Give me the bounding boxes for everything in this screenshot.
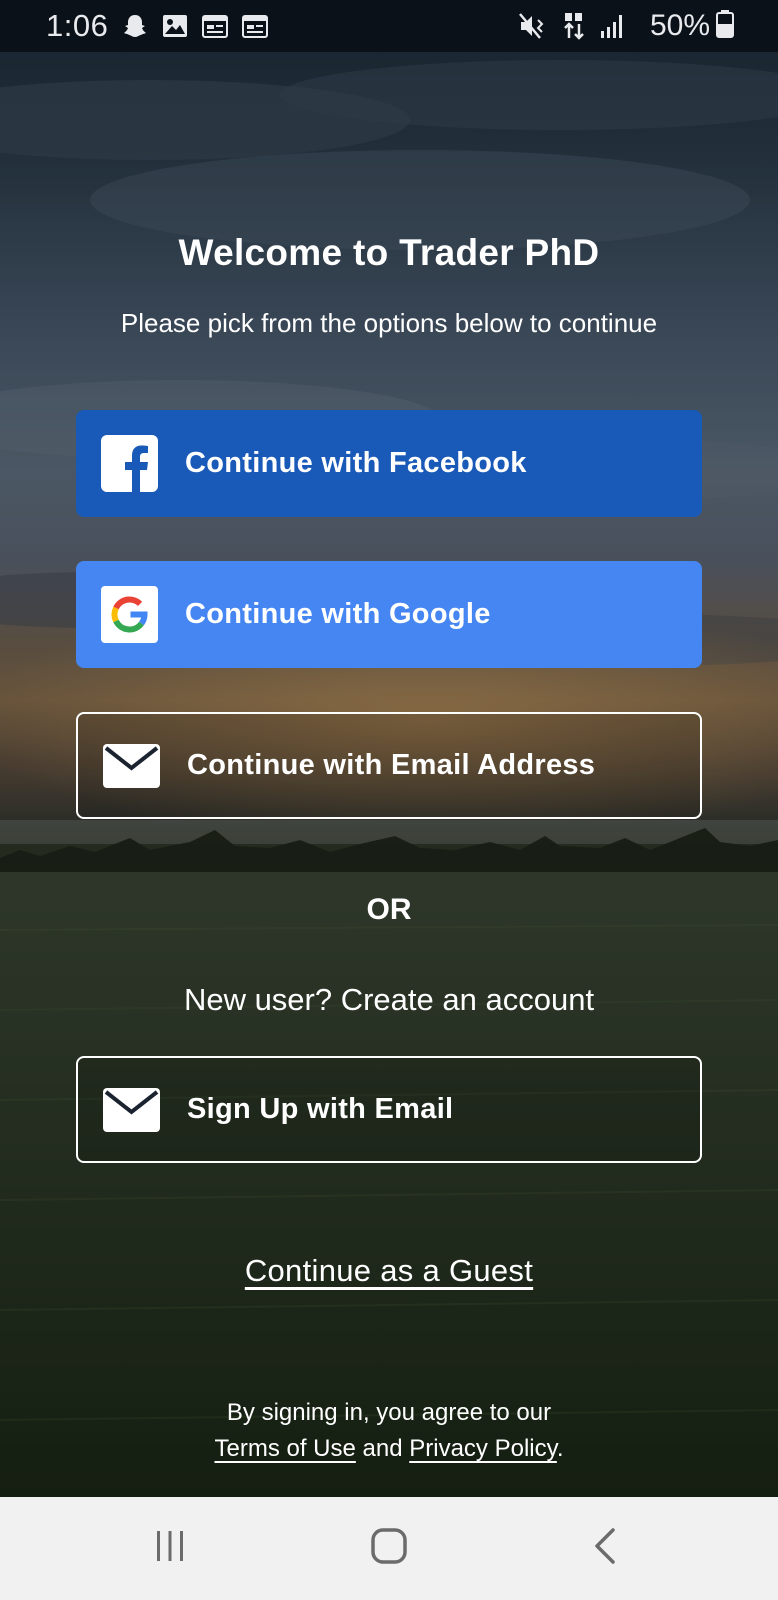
data-transfer-icon: [562, 12, 586, 40]
page-title: Welcome to Trader PhD: [178, 232, 600, 273]
legal-notice: By signing in, you agree to our Terms of…: [0, 1395, 778, 1467]
login-screen: Welcome to Trader PhD Please pick from t…: [0, 0, 778, 1497]
status-time: 1:06: [46, 8, 109, 43]
new-user-prompt: New user? Create an account: [183, 982, 595, 1017]
home-icon: [370, 1527, 408, 1570]
status-bar: 1:06 50%: [0, 0, 778, 52]
legal-text: By signing in, you agree to our: [226, 1399, 552, 1426]
continue-with-email-label: Continue with Email Address: [187, 749, 596, 781]
google-icon: [101, 586, 158, 643]
back-button[interactable]: [545, 1497, 665, 1600]
recent-apps-icon: [153, 1529, 187, 1568]
mute-vibrate-icon: [518, 12, 548, 40]
continue-with-email-button[interactable]: Continue with Email Address: [76, 712, 702, 819]
sign-up-with-email-label: Sign Up with Email: [187, 1093, 454, 1125]
gallery-icon: [162, 14, 188, 38]
privacy-policy-link[interactable]: Privacy Policy: [409, 1435, 557, 1462]
battery-icon: [716, 9, 734, 43]
battery-percent: 50%: [649, 9, 710, 42]
back-icon: [593, 1527, 617, 1570]
continue-with-google-button[interactable]: Continue with Google: [76, 561, 702, 668]
continue-with-google-label: Continue with Google: [185, 598, 491, 630]
calendar-icon: [242, 14, 269, 38]
legal-period: .: [556, 1435, 564, 1462]
envelope-icon: [103, 1081, 160, 1138]
terms-of-use-link[interactable]: Terms of Use: [214, 1435, 355, 1462]
signal-icon: [600, 13, 626, 39]
or-divider: OR: [366, 893, 412, 926]
snapchat-icon: [122, 13, 148, 39]
envelope-icon: [103, 737, 160, 794]
home-button[interactable]: [329, 1497, 449, 1600]
sign-up-with-email-button[interactable]: Sign Up with Email: [76, 1056, 702, 1163]
facebook-icon: [101, 435, 158, 492]
recent-apps-button[interactable]: [110, 1497, 230, 1600]
legal-and-text: and: [362, 1435, 403, 1462]
calendar-icon: [202, 14, 229, 38]
page-subtitle: Please pick from the options below to co…: [120, 308, 658, 338]
continue-with-facebook-button[interactable]: Continue with Facebook: [76, 410, 702, 517]
continue-with-facebook-label: Continue with Facebook: [185, 447, 527, 479]
navigation-bar: [0, 1497, 778, 1600]
continue-as-guest-link[interactable]: Continue as a Guest: [245, 1253, 533, 1288]
